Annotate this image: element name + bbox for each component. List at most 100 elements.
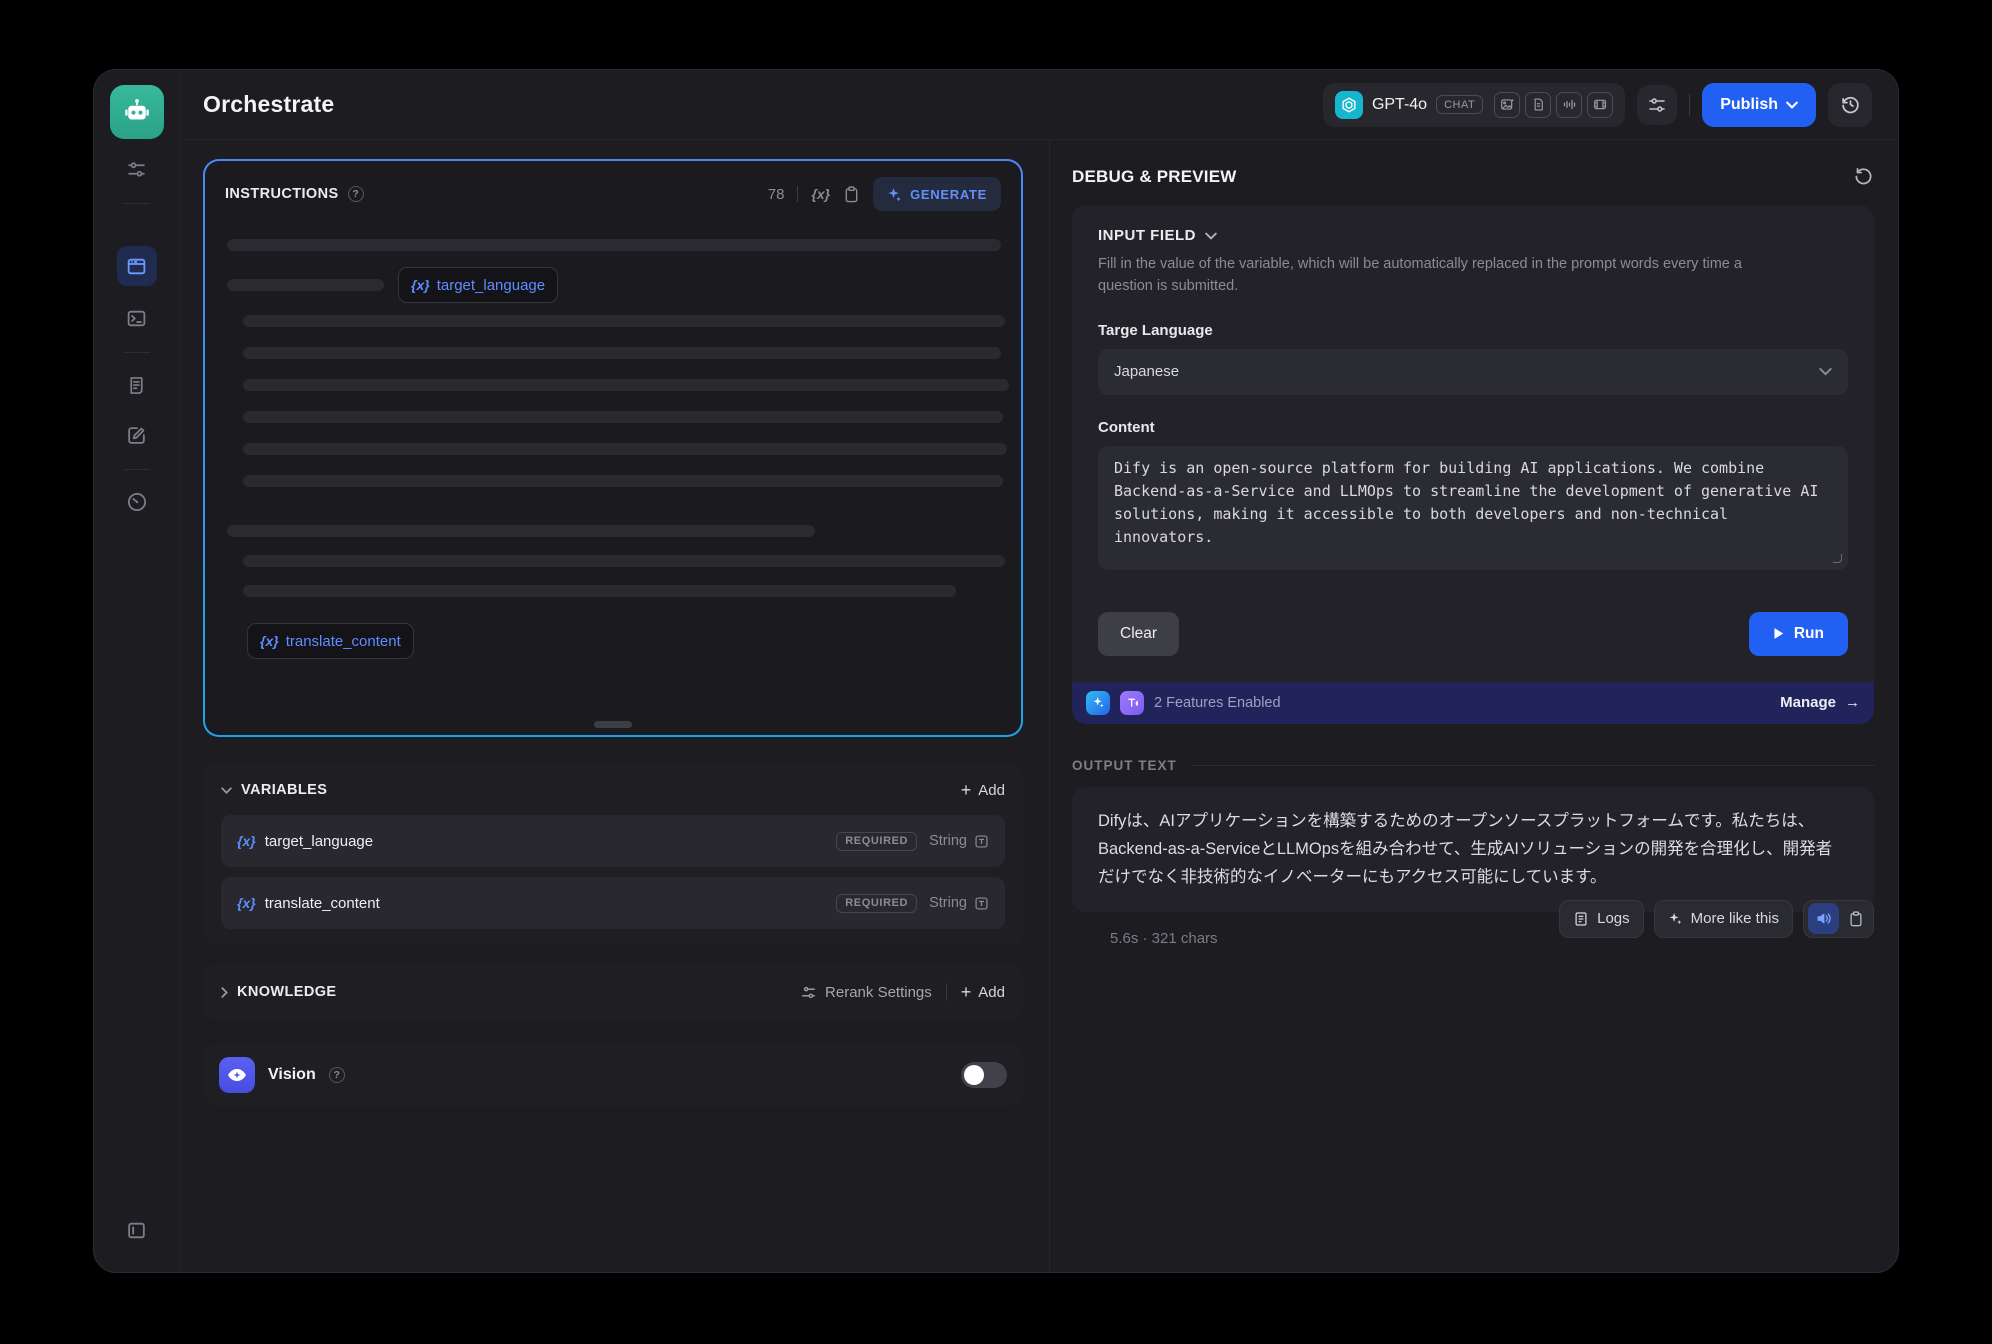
top-bar: Orchestrate GPT-4o CHAT xyxy=(180,70,1898,140)
variable-type: String xyxy=(929,895,967,911)
language-field-label: Targe Language xyxy=(1098,322,1848,339)
run-button[interactable]: Run xyxy=(1749,612,1848,656)
knowledge-header[interactable]: KNOWLEDGE xyxy=(221,984,336,1000)
add-label: Add xyxy=(978,984,1005,1001)
gauge-icon xyxy=(126,491,148,513)
debug-preview-pane: DEBUG & PREVIEW INPUT FIELD Fill in the … xyxy=(1050,140,1898,1272)
generate-label: GENERATE xyxy=(910,187,987,202)
skeleton-line xyxy=(243,315,1005,327)
publish-button[interactable]: Publish xyxy=(1702,83,1816,127)
vision-eye-icon xyxy=(219,1057,255,1093)
prompt-editor[interactable]: {x} target_language xyxy=(205,219,1021,735)
copy-output-button[interactable] xyxy=(1842,903,1869,934)
resize-handle[interactable] xyxy=(594,721,632,728)
variables-header[interactable]: VARIABLES xyxy=(221,782,327,798)
model-capabilities xyxy=(1494,92,1613,118)
content-textarea[interactable]: Dify is an open-source platform for buil… xyxy=(1098,446,1848,570)
browser-window-icon xyxy=(126,256,147,277)
add-label: Add xyxy=(978,782,1005,799)
char-count: 78 xyxy=(768,186,785,203)
sidebar-item-model-settings[interactable] xyxy=(117,149,157,189)
input-field-description: Fill in the value of the variable, which… xyxy=(1098,254,1798,298)
features-bar: 2 Features Enabled Manage → xyxy=(1072,682,1874,724)
skeleton-line xyxy=(227,239,1001,251)
arrow-right-icon: → xyxy=(1845,694,1860,711)
variable-token-icon: {x} xyxy=(237,833,256,849)
variable-type: String xyxy=(929,833,967,849)
vision-section: Vision ? xyxy=(203,1044,1023,1106)
language-select[interactable]: Japanese xyxy=(1098,349,1848,395)
variable-name: translate_content xyxy=(265,895,380,912)
language-select-value: Japanese xyxy=(1114,363,1179,380)
logs-button[interactable]: Logs xyxy=(1559,900,1644,938)
copy-icon[interactable] xyxy=(843,185,860,204)
section-divider xyxy=(946,983,947,1001)
skeleton-line xyxy=(243,411,1003,423)
skeleton-line xyxy=(243,347,1001,359)
insert-variable-button[interactable]: {x} xyxy=(811,186,830,202)
required-badge: REQUIRED xyxy=(836,894,917,913)
clear-button[interactable]: Clear xyxy=(1098,612,1179,656)
add-knowledge-button[interactable]: + Add xyxy=(961,982,1005,1003)
logs-icon xyxy=(1573,911,1589,927)
input-field-header[interactable]: INPUT FIELD xyxy=(1098,227,1848,244)
app-window: Orchestrate GPT-4o CHAT xyxy=(94,70,1898,1272)
variable-row[interactable]: {x} translate_content REQUIRED String xyxy=(221,877,1005,929)
skeleton-line xyxy=(227,525,815,537)
agent-feature-icon xyxy=(1086,691,1110,715)
text-to-speech-feature-icon xyxy=(1120,691,1144,715)
sliders-icon xyxy=(801,985,816,1000)
variable-chip-translate-content[interactable]: {x} translate_content xyxy=(247,623,414,659)
variable-chip-label: target_language xyxy=(437,277,545,294)
sliders-icon xyxy=(1648,96,1666,114)
chevron-down-icon xyxy=(1205,232,1217,240)
model-selector[interactable]: GPT-4o CHAT xyxy=(1323,83,1625,127)
help-icon[interactable]: ? xyxy=(348,186,364,202)
sidebar-collapse-button[interactable] xyxy=(117,1210,157,1250)
sidebar-item-terminal[interactable] xyxy=(117,298,157,338)
plus-icon: + xyxy=(961,982,972,1003)
manage-label: Manage xyxy=(1780,694,1836,711)
features-status: 2 Features Enabled xyxy=(1154,695,1281,711)
variable-token-icon: {x} xyxy=(260,633,279,649)
textarea-resize-corner[interactable] xyxy=(1833,554,1842,563)
output-stats: 5.6s · 321 chars xyxy=(1110,930,1218,947)
input-field-title: INPUT FIELD xyxy=(1098,227,1196,244)
model-parameters-button[interactable] xyxy=(1637,85,1677,125)
add-variable-button[interactable]: + Add xyxy=(961,780,1005,801)
audio-capability-icon xyxy=(1556,92,1582,118)
robot-icon xyxy=(122,97,152,127)
variable-row[interactable]: {x} target_language REQUIRED String xyxy=(221,815,1005,867)
rerank-settings-button[interactable]: Rerank Settings xyxy=(801,984,932,1001)
audio-copy-group xyxy=(1803,900,1874,938)
skeleton-line xyxy=(243,379,1009,391)
play-icon xyxy=(1773,627,1784,640)
generate-button[interactable]: GENERATE xyxy=(873,177,1001,211)
help-icon[interactable]: ? xyxy=(329,1067,345,1083)
speaker-button[interactable] xyxy=(1808,903,1839,934)
app-logo[interactable] xyxy=(110,85,164,139)
terminal-icon xyxy=(126,308,147,329)
sidebar-divider xyxy=(124,352,150,353)
variables-title: VARIABLES xyxy=(241,782,327,798)
sidebar-item-monitoring[interactable] xyxy=(117,482,157,522)
variable-chip-target-language[interactable]: {x} target_language xyxy=(398,267,558,303)
sidebar-divider xyxy=(124,469,150,470)
sliders-icon xyxy=(127,160,146,179)
skeleton-line xyxy=(227,279,384,291)
sidebar xyxy=(94,70,180,1272)
manage-features-button[interactable]: Manage → xyxy=(1780,694,1860,711)
vision-toggle[interactable] xyxy=(961,1062,1007,1088)
refresh-icon xyxy=(1853,166,1874,187)
restart-button[interactable] xyxy=(1853,166,1874,187)
more-like-this-label: More like this xyxy=(1691,910,1779,927)
sidebar-item-annotation[interactable] xyxy=(117,415,157,455)
sidebar-item-orchestrate[interactable] xyxy=(117,246,157,286)
required-badge: REQUIRED xyxy=(836,832,917,851)
more-like-this-button[interactable]: More like this xyxy=(1654,900,1793,938)
version-history-button[interactable] xyxy=(1828,83,1872,127)
clipboard-icon xyxy=(1848,910,1864,928)
sidebar-item-logs[interactable] xyxy=(117,365,157,405)
skeleton-line xyxy=(243,475,1003,487)
text-type-icon xyxy=(974,834,989,849)
